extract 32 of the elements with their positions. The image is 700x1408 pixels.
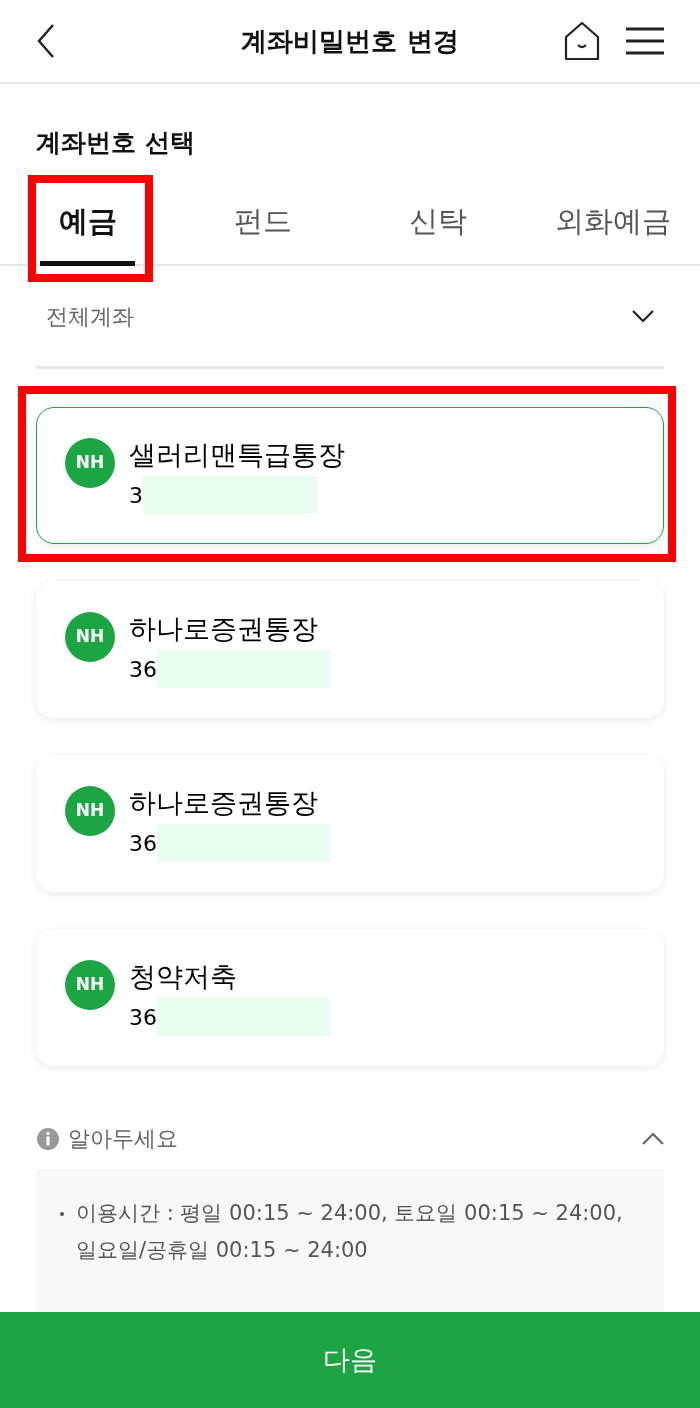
bank-logo: NH [65,960,115,1010]
bank-logo: NH [65,438,115,488]
tab[interactable]: 신탁 [350,180,525,264]
account-number: 36 [129,1003,157,1032]
account-name: 샐러리맨특급통장 [129,438,345,472]
tab[interactable]: 펀드 [175,180,350,264]
tab[interactable]: 예금 [0,180,175,264]
home-icon[interactable] [564,21,600,61]
collapse-icon[interactable] [642,1131,664,1146]
bank-logo: NH [65,786,115,836]
account-card[interactable]: NH 샐러리맨특급통장 3 [36,407,664,544]
account-number: 36 [129,829,157,858]
account-name: 하나로증권통장 [129,612,319,646]
account-card[interactable]: NH 청약저축 36 [36,929,664,1066]
account-card[interactable]: NH 하나로증권통장 36 [36,581,664,718]
notice-title: 알아두세요 [68,1125,178,1153]
section-title: 계좌번호 선택 [35,127,196,158]
account-name: 하나로증권통장 [129,786,319,820]
bank-logo: NH [65,612,115,662]
account-card[interactable]: NH 하나로증권통장 36 [36,755,664,892]
tab[interactable]: 외화예금 [525,180,700,264]
menu-icon[interactable] [626,27,664,55]
info-icon [36,1126,60,1151]
bullet-dot [60,1212,64,1216]
chevron-icon [632,309,654,323]
filter-dropdown[interactable]: 전체계좌 [36,266,664,369]
account-number: 3 [129,481,143,510]
notice-text: 이용시간 : 평일 00:15 ~ 24:00, 토요일 00:15 ~ 24:00, 일요일/공휴일 00:15 ~ 24:00 [76,1200,624,1264]
account-name: 청약저축 [129,960,238,994]
account-number: 36 [129,655,157,684]
page-title: 계좌비밀번호 변경 [241,24,459,58]
back-icon[interactable] [36,23,56,59]
